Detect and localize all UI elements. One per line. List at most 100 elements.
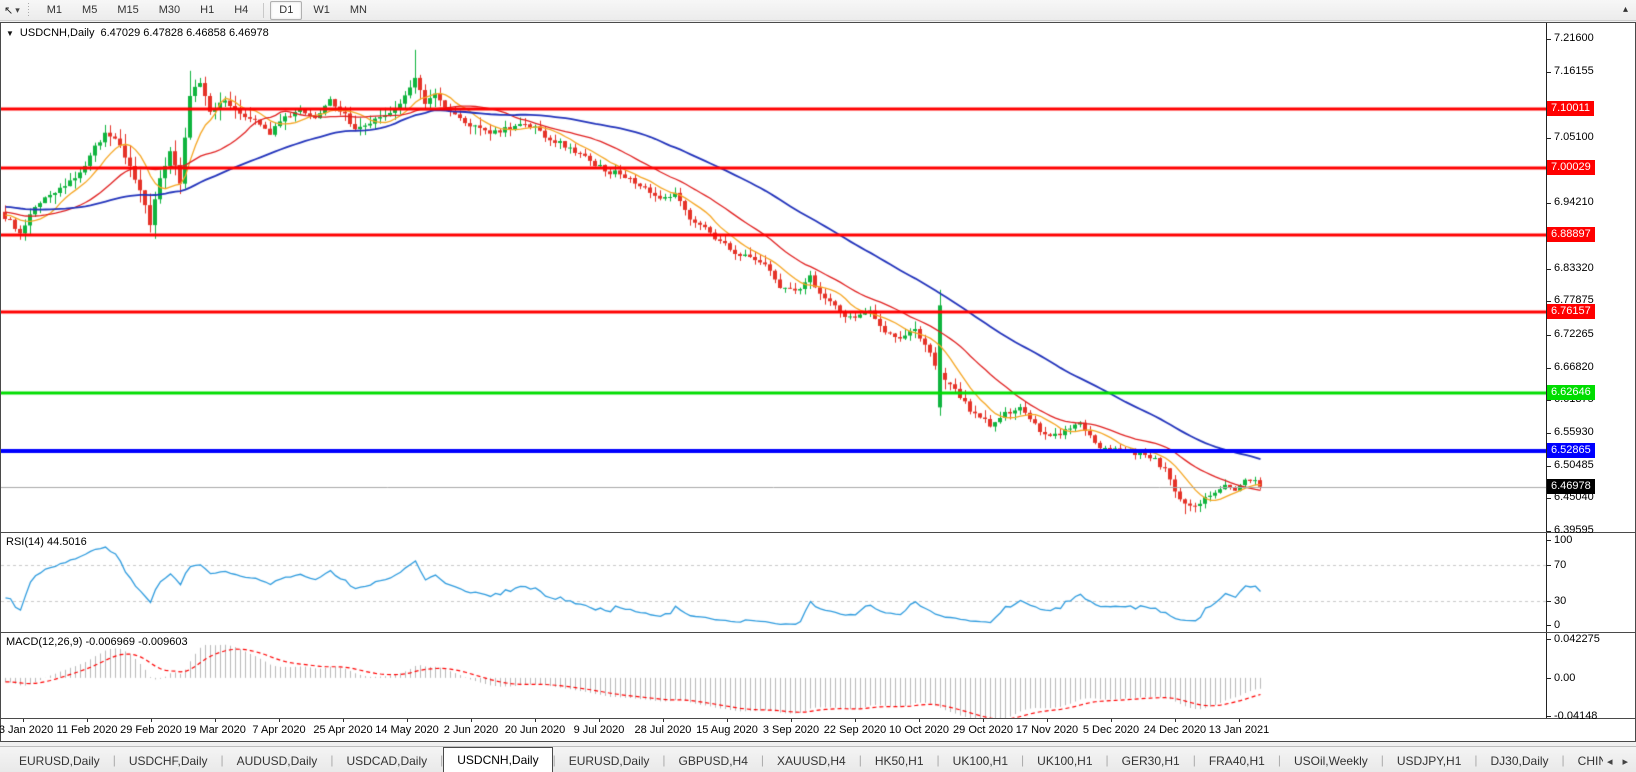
chart-tab-usdjpy-h1[interactable]: USDJPY,H1 [1384,750,1474,772]
timeframe-button-W1[interactable]: W1 [304,1,339,20]
price-axis-tick-label: 6.72265 [1554,328,1594,340]
macd-panel: MACD(12,26,9) -0.006969 -0.009603 0.0422… [1,633,1635,719]
rsi-axis[interactable]: 10070300 [1546,533,1635,632]
price-line-label[interactable]: 6.88897 [1547,227,1595,242]
price-axis-tick-label: 6.55930 [1554,426,1594,438]
chart-tab-usdcnh-daily[interactable]: USDCNH,Daily [443,747,552,772]
rsi-axis-tick [1547,625,1551,626]
date-axis-tick [1047,719,1048,722]
date-axis-tick [279,719,280,722]
price-axis-tick [1547,72,1551,73]
date-axis-tick [727,719,728,722]
date-axis-tick [151,719,152,722]
date-axis-tick [343,719,344,722]
chart-window: ▼ USDCNH,Daily 6.47029 6.47828 6.46858 6… [0,22,1636,742]
price-axis-tick-label: 7.05100 [1554,131,1594,143]
tab-scroll-left-icon[interactable]: ◂ [1607,755,1613,768]
rsi-axis-tick [1547,540,1551,541]
chart-tab-hk50-h1[interactable]: HK50,H1 [862,750,937,772]
timeframe-button-D1[interactable]: D1 [270,1,302,20]
price-line-label[interactable]: 6.52865 [1547,443,1595,458]
price-axis-tick-label: 7.21600 [1554,32,1594,44]
chart-tab-china300-h1[interactable]: CHINA300,H1 [1565,750,1603,772]
price-axis-tick [1547,39,1551,40]
price-axis-tick [1547,269,1551,270]
chart-tab-eurusd-daily[interactable]: EURUSD,Daily [556,750,663,772]
date-axis-label: 13 Jan 2021 [1199,724,1279,736]
price-line-label[interactable]: 6.76157 [1547,304,1595,319]
cursor-tool-dropdown-icon[interactable]: ▾ [15,5,20,16]
chart-tab-uk100-h1[interactable]: UK100,H1 [1024,750,1105,772]
rsi-axis-tick [1547,601,1551,602]
macd-axis-tick-label: 0.00 [1554,672,1575,684]
candlestick-chart-canvas[interactable] [1,23,1546,532]
date-axis[interactable]: 23 Jan 202011 Feb 202029 Feb 202019 Mar … [1,719,1635,741]
timeframe-button-H4[interactable]: H4 [225,1,257,20]
macd-axis-tick [1547,639,1551,640]
timeframe-button-M30[interactable]: M30 [150,1,189,20]
price-axis-tick [1547,203,1551,204]
price-line-label[interactable]: 7.10011 [1547,101,1594,116]
chart-tab-usdcad-daily[interactable]: USDCAD,Daily [333,750,440,772]
price-axis-tick-label: 7.16155 [1554,65,1594,77]
price-panel: ▼ USDCNH,Daily 6.47029 6.47828 6.46858 6… [1,23,1635,533]
date-axis-tick [1239,719,1240,722]
date-axis-tick [471,719,472,722]
macd-chart-canvas[interactable] [1,633,1546,718]
date-axis-tick [983,719,984,722]
rsi-axis-tick [1547,565,1551,566]
timeframe-buttons: M1M5M15M30H1H4 D1W1MN [37,0,377,20]
chart-tab-fra40-h1[interactable]: FRA40,H1 [1196,750,1278,772]
date-axis-tick [663,719,664,722]
timeframe-button-H1[interactable]: H1 [191,1,223,20]
timeframe-button-M5[interactable]: M5 [73,1,106,20]
chart-tab-usdchf-daily[interactable]: USDCHF,Daily [116,750,221,772]
price-axis-tick-label: 6.66820 [1554,361,1594,373]
chart-tab-uk100-h1[interactable]: UK100,H1 [940,750,1021,772]
price-axis[interactable]: 7.216007.161557.051006.942106.833206.778… [1546,23,1635,532]
chart-tab-bar: EURUSD,Daily|USDCHF,Daily|AUDUSD,Daily|U… [0,746,1636,772]
rsi-axis-tick-label: 70 [1554,559,1566,571]
price-line-label[interactable]: 6.62646 [1547,385,1595,400]
date-axis-tick [855,719,856,722]
chart-tab-xauusd-h4[interactable]: XAUUSD,H4 [764,750,859,772]
chart-tab-dj30-daily[interactable]: DJ30,Daily [1478,750,1562,772]
chart-tabs: EURUSD,Daily|USDCHF,Daily|AUDUSD,Daily|U… [6,747,1603,772]
price-axis-tick [1547,400,1551,401]
date-axis-tick [1111,719,1112,722]
price-line-label[interactable]: 7.00029 [1547,160,1595,175]
chart-tab-eurusd-daily[interactable]: EURUSD,Daily [6,750,113,772]
chart-menu-icon[interactable]: ▼ [6,29,14,38]
macd-axis-tick [1547,716,1551,717]
cursor-tool-icon[interactable]: ↖ [4,4,13,17]
chart-tab-usoil-weekly[interactable]: USOil,Weekly [1281,750,1381,772]
toolbar-overflow-icon[interactable]: ▴ [1623,4,1628,15]
chart-tab-audusd-daily[interactable]: AUDUSD,Daily [224,750,331,772]
tab-scroll-buttons: ◂ ▸ [1603,755,1636,772]
price-axis-tick [1547,368,1551,369]
timeframe-button-MN[interactable]: MN [341,1,376,20]
rsi-chart-canvas[interactable] [1,533,1546,632]
price-axis-tick [1547,138,1551,139]
rsi-panel: RSI(14) 44.5016 10070300 [1,533,1635,633]
date-axis-tick [599,719,600,722]
chart-symbol-label: USDCNH,Daily [20,27,95,39]
chart-tab-ger30-h1[interactable]: GER30,H1 [1109,750,1193,772]
trading-terminal: ↖ ▾ M1M5M15M30H1H4 D1W1MN ▴ ▼ USDCNH,Dail… [0,0,1636,772]
chart-title: ▼ USDCNH,Daily 6.47029 6.47828 6.46858 6… [6,27,269,39]
toolbar-grip[interactable] [26,3,31,18]
price-axis-tick [1547,335,1551,336]
tab-scroll-right-icon[interactable]: ▸ [1622,755,1628,768]
timeframe-button-M1[interactable]: M1 [38,1,71,20]
date-axis-tick [215,719,216,722]
price-axis-tick [1547,531,1551,532]
macd-axis[interactable]: 0.0422750.00-0.04148 [1546,633,1635,718]
price-axis-tick [1547,301,1551,302]
timeframe-button-M15[interactable]: M15 [108,1,147,20]
price-axis-tick [1547,433,1551,434]
chart-tab-gbpusd-h4[interactable]: GBPUSD,H4 [666,750,761,772]
rsi-axis-tick-label: 100 [1554,534,1572,546]
macd-axis-tick [1547,678,1551,679]
macd-axis-tick-label: 0.042275 [1554,633,1600,645]
date-axis-tick [1175,719,1176,722]
